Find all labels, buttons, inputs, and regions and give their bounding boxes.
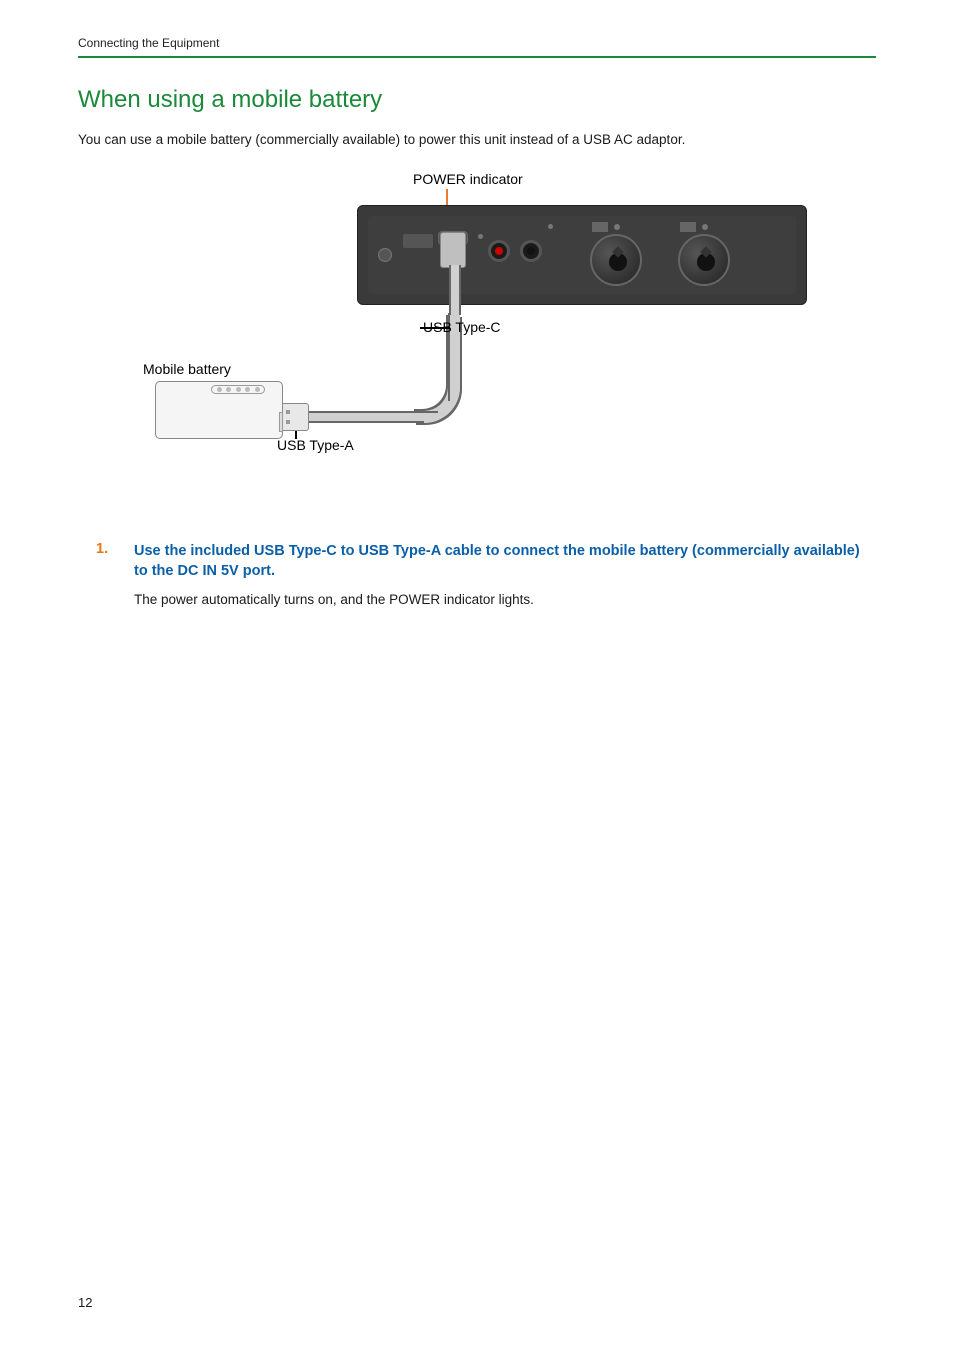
led-dot-icon bbox=[478, 234, 483, 239]
usb-a-label: USB Type-A bbox=[277, 437, 354, 453]
led-dot-icon bbox=[548, 224, 553, 229]
rca-jack-black-icon bbox=[520, 240, 542, 262]
port-mark-icon bbox=[680, 222, 696, 232]
adjust-dot-icon bbox=[614, 224, 620, 230]
adjust-dot-icon bbox=[702, 224, 708, 230]
step-number: 1. bbox=[96, 541, 116, 607]
power-indicator-label: POWER indicator bbox=[413, 171, 523, 187]
rca-jack-red-icon bbox=[488, 240, 510, 262]
cable-segment bbox=[302, 411, 424, 423]
screw-icon bbox=[378, 248, 392, 262]
step-title: Use the included USB Type-C to USB Type-… bbox=[134, 541, 876, 582]
usb-c-label: USB Type-C bbox=[423, 319, 501, 335]
mobile-battery-label: Mobile battery bbox=[143, 361, 231, 377]
usb-c-plug-icon bbox=[440, 232, 466, 268]
page-number: 12 bbox=[78, 1295, 92, 1310]
device-illustration bbox=[357, 205, 807, 305]
port-mark-icon bbox=[592, 222, 608, 232]
knob-icon bbox=[590, 234, 642, 286]
cable-segment bbox=[449, 265, 461, 315]
connection-figure: POWER indicator USB Type-C USB Type-A bbox=[127, 171, 827, 471]
mobile-battery-illustration bbox=[155, 381, 283, 439]
running-header: Connecting the Equipment bbox=[78, 36, 876, 58]
usb-port-icon bbox=[403, 234, 433, 248]
knob-icon bbox=[678, 234, 730, 286]
device-body bbox=[368, 216, 796, 294]
step-body-text: The power automatically turns on, and th… bbox=[134, 592, 876, 607]
battery-port-icon bbox=[279, 412, 283, 432]
section-title: When using a mobile battery bbox=[78, 86, 876, 114]
step-item: 1. Use the included USB Type-C to USB Ty… bbox=[96, 541, 876, 607]
section-intro: You can use a mobile battery (commercial… bbox=[78, 132, 876, 147]
usb-a-plug-icon bbox=[279, 403, 309, 431]
battery-indicator-icon bbox=[211, 385, 265, 394]
